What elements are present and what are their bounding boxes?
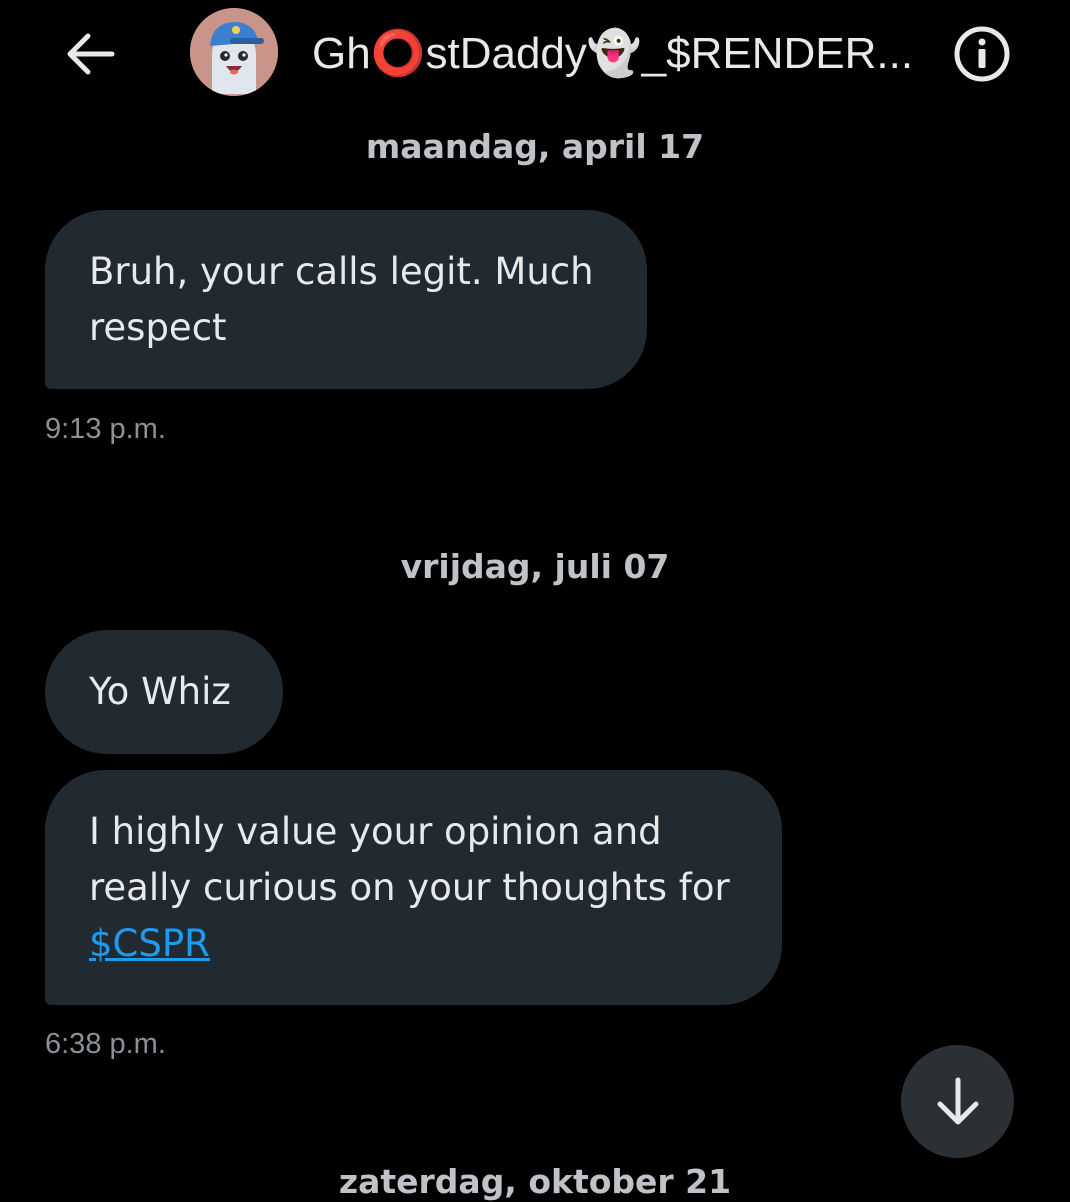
message-text: I highly value your opinion and really c… xyxy=(89,810,730,909)
date-separator: vrijdag, juli 07 xyxy=(400,547,670,586)
chat-title[interactable]: Gh⭕stDaddy👻_$RENDER... xyxy=(312,26,937,82)
conversation-header: Gh⭕stDaddy👻_$RENDER... xyxy=(0,0,1070,110)
scroll-to-bottom-button[interactable] xyxy=(901,1045,1014,1158)
info-circle-icon xyxy=(954,26,1010,82)
date-separator: zaterdag, oktober 21 xyxy=(338,1162,732,1201)
message-bubble[interactable]: Bruh, your calls legit. Much respect xyxy=(45,210,647,389)
message-bubble[interactable]: I highly value your opinion and really c… xyxy=(45,770,782,1005)
info-button[interactable] xyxy=(950,22,1014,86)
ghost-avatar-icon xyxy=(190,8,278,96)
message-bubble[interactable]: Yo Whiz xyxy=(45,630,283,754)
arrow-down-icon xyxy=(937,1077,978,1124)
avatar[interactable] xyxy=(190,8,278,96)
message-text: Bruh, your calls legit. Much respect xyxy=(89,250,594,349)
cashtag-link[interactable]: $CSPR xyxy=(89,922,210,965)
date-separator: maandag, april 17 xyxy=(365,127,705,166)
message-text: Yo Whiz xyxy=(89,670,231,713)
message-timestamp: 6:38 p.m. xyxy=(45,1028,166,1060)
message-timestamp: 9:13 p.m. xyxy=(45,413,166,445)
arrow-left-icon xyxy=(67,33,115,75)
back-button[interactable] xyxy=(60,24,120,84)
